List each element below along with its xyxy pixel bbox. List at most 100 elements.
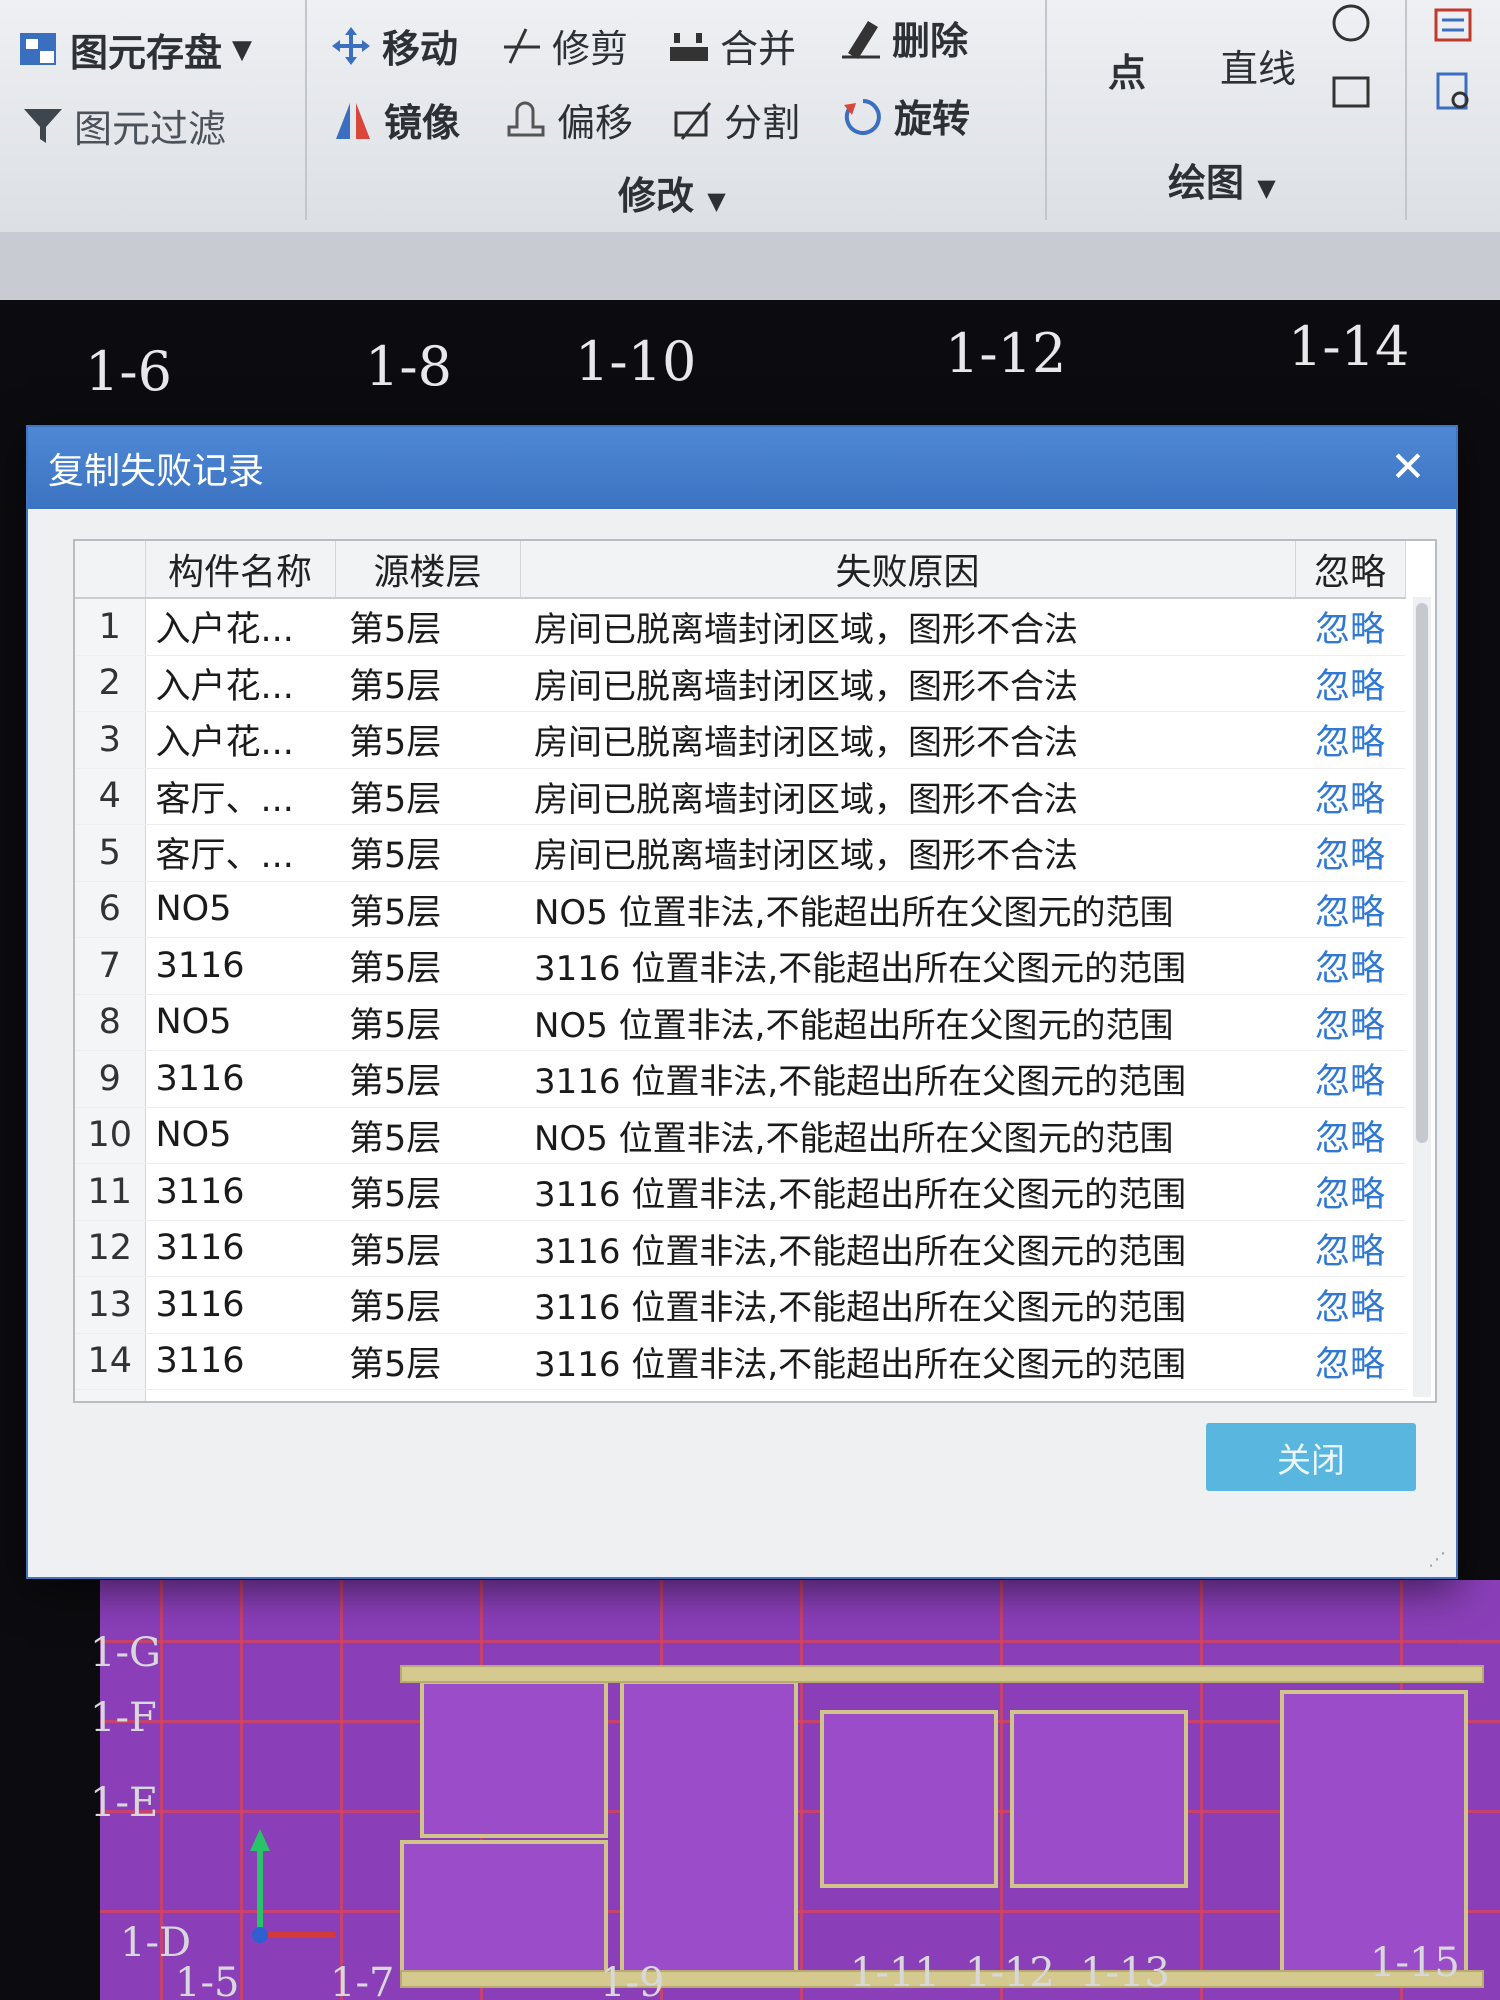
table-row[interactable]: 2 入户花... 第5层 房间已脱离墙封闭区域，图形不合法 忽略: [75, 655, 1405, 712]
table-row[interactable]: 1 入户花... 第5层 房间已脱离墙封闭区域，图形不合法 忽略: [75, 598, 1405, 656]
failure-table: 构件名称 源楼层 失败原因 忽略 1 入户花... 第5层 房间已脱离墙封闭区域，图形…: [73, 539, 1437, 1403]
table-row[interactable]: 7 3116 第5层 3116 位置非法,不能超出所在父图元的范围 忽略: [75, 937, 1405, 995]
rotate-label: 旋转: [894, 97, 971, 141]
failure-reason: 3116 位置非法,不能超出所在父图元的范围: [520, 1163, 1295, 1221]
ignore-link[interactable]: 忽略: [1295, 1050, 1405, 1108]
rectangle-icon: [1330, 70, 1372, 112]
table-row[interactable]: 4 客厅、... 第5层 房间已脱离墙封闭区域，图形不合法 忽略: [75, 768, 1405, 825]
document-button[interactable]: [1432, 70, 1474, 112]
axis-label-top: 1-14: [1288, 315, 1410, 378]
source-layer: 第5层: [335, 768, 520, 825]
column-header-reason[interactable]: 失败原因: [520, 541, 1296, 599]
row-number: 6: [75, 881, 146, 938]
row-number: 11: [75, 1163, 146, 1221]
dialog-close-icon[interactable]: ✕: [1378, 437, 1438, 497]
save-elements-button[interactable]: 图元存盘 ▼: [18, 22, 252, 77]
resize-grip-icon[interactable]: ⋰: [1428, 1549, 1450, 1571]
ignore-link[interactable]: 忽略: [1295, 881, 1405, 938]
ribbon-separator: [1045, 0, 1047, 220]
table-row[interactable]: 11 3116 第5层 3116 位置非法,不能超出所在父图元的范围 忽略: [75, 1163, 1405, 1221]
ignore-link[interactable]: 忽略: [1295, 1333, 1405, 1390]
room[interactable]: [420, 1680, 608, 1838]
row-number: 10: [75, 1107, 146, 1164]
table-row[interactable]: 14 3116 第5层 3116 位置非法,不能超出所在父图元的范围 忽略: [75, 1333, 1405, 1390]
delete-button[interactable]: 删除: [840, 10, 968, 65]
room[interactable]: [620, 1680, 798, 1988]
ignore-link[interactable]: 忽略: [1295, 768, 1405, 825]
component-name: 入户花...: [145, 711, 335, 769]
mirror-button[interactable]: 镜像: [332, 92, 460, 147]
failure-reason: 房间已脱离墙封闭区域，图形不合法: [520, 768, 1295, 825]
filter-elements-button[interactable]: 图元过滤: [22, 98, 226, 153]
source-layer: 第5层: [335, 1333, 520, 1390]
copy-failure-dialog: 复制失败记录 ✕ 构件名称 源楼层 失败原因 忽略 1 入户花... 第5层 房间已脱…: [26, 425, 1458, 1579]
row-number: 12: [75, 1220, 146, 1277]
ignore-link[interactable]: 忽略: [1295, 1220, 1405, 1277]
chevron-down-icon: ▼: [707, 187, 726, 215]
table-row[interactable]: 3 入户花... 第5层 房间已脱离墙封闭区域，图形不合法 忽略: [75, 711, 1405, 769]
column-header-layer[interactable]: 源楼层: [335, 541, 521, 599]
source-layer: 第5层: [335, 1107, 520, 1164]
axis-label-bottom: 1-5: [175, 1960, 240, 2000]
ignore-link[interactable]: 忽略: [1295, 994, 1405, 1051]
axis-label-left: 1-F: [90, 1695, 157, 1741]
line-button[interactable]: 直线: [1220, 38, 1296, 93]
component-name: NO5: [145, 1389, 335, 1401]
draw-group-menu[interactable]: 绘图 ▼: [1168, 152, 1276, 207]
move-button[interactable]: 移动: [330, 18, 458, 73]
ignore-link[interactable]: 忽略: [1295, 937, 1405, 995]
axis-label-bottom: 1-15: [1370, 1940, 1460, 1986]
component-name: 3116: [145, 1163, 335, 1221]
ignore-link[interactable]: 忽略: [1295, 598, 1405, 656]
ucs-axis-icon: [240, 1825, 350, 1949]
column-header-name[interactable]: 构件名称: [145, 541, 336, 599]
ignore-link[interactable]: 忽略: [1295, 824, 1405, 882]
table-row[interactable]: 15NO5第5层NO5 位置非法,不能超出所在父图元的范围忽略: [75, 1389, 1405, 1401]
ignore-link[interactable]: 忽略: [1295, 1163, 1405, 1221]
ignore-link[interactable]: 忽略: [1295, 711, 1405, 769]
room[interactable]: [1010, 1710, 1188, 1888]
table-row[interactable]: 6 NO5 第5层 NO5 位置非法,不能超出所在父图元的范围 忽略: [75, 881, 1405, 938]
ignore-link[interactable]: 忽略: [1295, 1276, 1405, 1334]
table-scrollbar[interactable]: [1413, 597, 1431, 1397]
rectangle-tool-button[interactable]: [1330, 70, 1372, 112]
axis-label-bottom: 1-9: [600, 1960, 665, 2000]
scrollbar-thumb[interactable]: [1416, 603, 1428, 1143]
point-button[interactable]: 点: [1108, 42, 1146, 97]
table-row[interactable]: 8 NO5 第5层 NO5 位置非法,不能超出所在父图元的范围 忽略: [75, 994, 1405, 1051]
offset-button[interactable]: 偏移: [505, 92, 633, 147]
ribbon-separator: [1405, 0, 1407, 220]
rotate-icon: [842, 95, 884, 137]
source-layer: 第5层: [335, 824, 520, 882]
split-button[interactable]: 分割: [672, 92, 800, 147]
room[interactable]: [820, 1710, 998, 1888]
table-row[interactable]: 5 客厅、... 第5层 房间已脱离墙封闭区域，图形不合法 忽略: [75, 824, 1405, 882]
room[interactable]: [400, 1840, 608, 1988]
row-number: 14: [75, 1333, 146, 1390]
source-layer: 第5层: [335, 881, 520, 938]
table-row[interactable]: 12 3116 第5层 3116 位置非法,不能超出所在父图元的范围 忽略: [75, 1220, 1405, 1277]
wall[interactable]: [400, 1665, 1484, 1683]
grid-line: [1000, 1580, 1003, 2000]
trim-button[interactable]: 修剪: [500, 18, 628, 73]
dialog-titlebar[interactable]: 复制失败记录 ✕: [28, 427, 1456, 509]
column-header-ignore[interactable]: 忽略: [1295, 541, 1406, 599]
merge-button[interactable]: 合并: [668, 18, 796, 73]
dialog-title: 复制失败记录: [48, 451, 265, 492]
modify-group-label: 修改: [618, 174, 695, 218]
close-button[interactable]: 关闭: [1206, 1423, 1416, 1491]
ignore-link[interactable]: 忽略: [1295, 1107, 1405, 1164]
grid-line: [100, 1640, 1500, 1643]
table-row[interactable]: 10 NO5 第5层 NO5 位置非法,不能超出所在父图元的范围 忽略: [75, 1107, 1405, 1164]
modify-group-menu[interactable]: 修改 ▼: [618, 165, 726, 220]
wall[interactable]: [400, 1970, 1484, 1988]
rotate-button[interactable]: 旋转: [842, 88, 970, 143]
failure-reason: 房间已脱离墙封闭区域，图形不合法: [520, 598, 1295, 656]
ignore-link[interactable]: 忽略: [1295, 1389, 1405, 1401]
circle-icon: [1330, 2, 1372, 44]
ignore-link[interactable]: 忽略: [1295, 655, 1405, 712]
properties-button[interactable]: [1432, 4, 1474, 46]
table-row[interactable]: 13 3116 第5层 3116 位置非法,不能超出所在父图元的范围 忽略: [75, 1276, 1405, 1334]
table-row[interactable]: 9 3116 第5层 3116 位置非法,不能超出所在父图元的范围 忽略: [75, 1050, 1405, 1108]
circle-tool-button[interactable]: [1330, 2, 1372, 44]
